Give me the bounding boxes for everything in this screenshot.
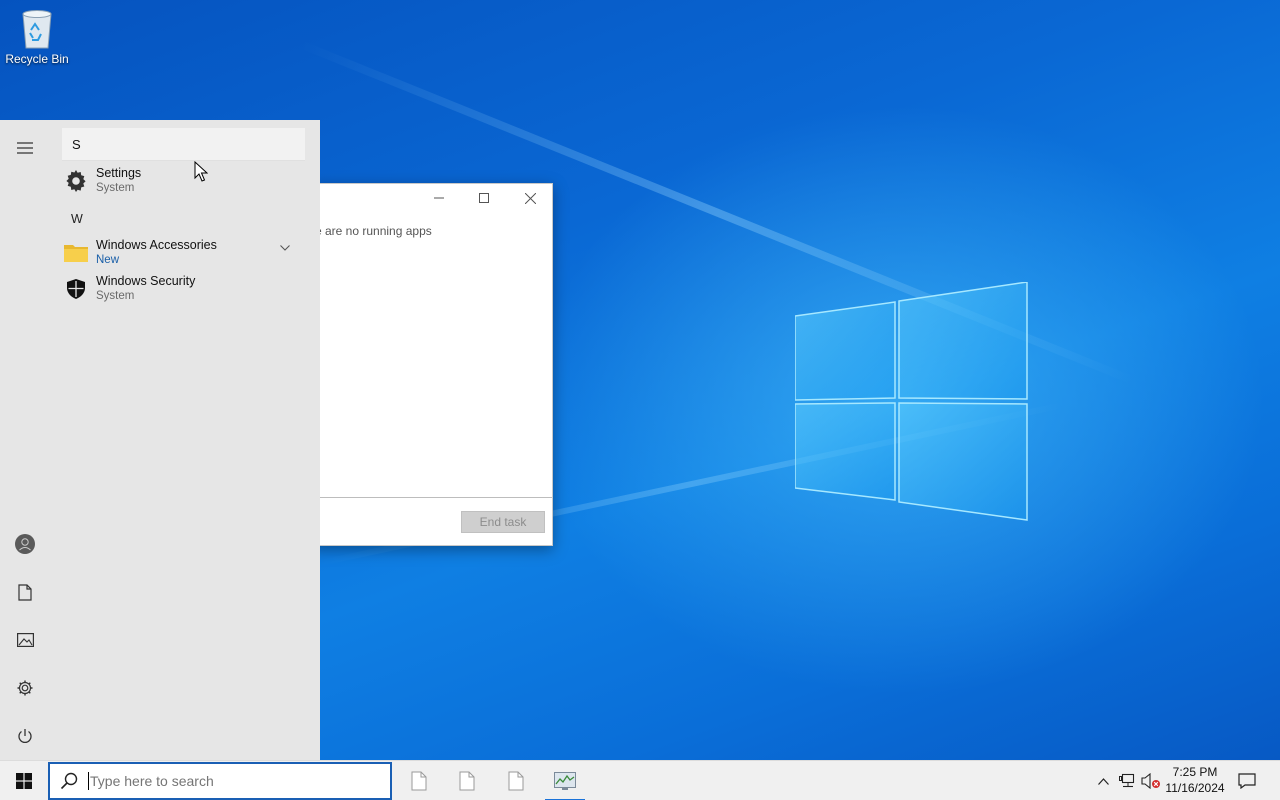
minimize-button[interactable]	[417, 184, 461, 212]
no-running-apps-text: re are no running apps	[311, 224, 432, 238]
taskbar-search-box[interactable]	[48, 762, 392, 800]
search-icon	[50, 772, 88, 790]
user-account-button[interactable]	[0, 522, 50, 566]
search-input[interactable]	[90, 773, 380, 789]
clock-time: 7:25 PM	[1172, 765, 1218, 779]
group-header-w[interactable]: W	[71, 212, 83, 226]
power-button[interactable]	[0, 714, 50, 758]
recycle-bin-icon	[22, 10, 52, 49]
chevron-down-icon[interactable]	[280, 245, 290, 251]
volume-muted-icon	[1141, 773, 1160, 789]
result-subtitle: System	[96, 290, 135, 302]
user-avatar	[15, 534, 35, 554]
show-hidden-icons-button[interactable]	[1094, 761, 1112, 800]
close-icon	[524, 192, 536, 204]
taskbar-app-document[interactable]	[445, 761, 489, 800]
volume-button[interactable]	[1140, 761, 1162, 800]
desktop-icon-label: Recycle Bin	[5, 52, 69, 66]
hamburger-menu-icon	[17, 142, 33, 154]
documents-icon	[18, 583, 32, 601]
windows-start-icon	[16, 773, 32, 789]
start-menu: S Settings System W Windows Accessories …	[0, 120, 320, 760]
task-manager-window[interactable]: re are no running apps End task	[310, 183, 553, 546]
divider	[311, 497, 552, 498]
search-query-text: S	[72, 136, 81, 152]
taskbar: 7:25 PM 11/16/2024	[0, 760, 1280, 800]
result-name: Settings	[96, 166, 142, 180]
new-badge: New	[96, 254, 120, 266]
start-search-query[interactable]: S	[62, 128, 305, 161]
maximize-icon	[479, 193, 489, 203]
text-caret	[88, 772, 89, 790]
title-bar[interactable]	[311, 184, 552, 212]
result-windows-accessories[interactable]: Windows Accessories New	[58, 235, 308, 271]
taskbar-clock[interactable]: 7:25 PM 11/16/2024	[1160, 764, 1230, 796]
settings-icon	[17, 680, 33, 696]
result-settings[interactable]: Settings System	[58, 163, 308, 199]
action-center-button[interactable]	[1232, 761, 1262, 800]
taskbar-app-document[interactable]	[397, 761, 441, 800]
shield-icon	[58, 271, 94, 307]
result-name: Windows Accessories	[96, 238, 217, 252]
network-status-button[interactable]	[1117, 761, 1139, 800]
document-icon	[459, 771, 475, 791]
start-button[interactable]	[0, 761, 48, 800]
pictures-button[interactable]	[0, 618, 50, 662]
result-subtitle: System	[96, 182, 135, 194]
pictures-icon	[16, 633, 34, 647]
settings-button[interactable]	[0, 666, 50, 710]
clock-date: 11/16/2024	[1165, 781, 1225, 795]
result-name: Windows Security	[96, 274, 196, 288]
notification-icon	[1238, 773, 1256, 789]
close-button[interactable]	[508, 184, 552, 212]
taskbar-app-task-manager[interactable]	[543, 761, 587, 800]
document-icon	[508, 771, 524, 791]
power-icon	[18, 729, 32, 743]
end-task-button[interactable]: End task	[461, 511, 545, 533]
expand-menu-button[interactable]	[0, 126, 50, 170]
folder-icon	[58, 235, 94, 271]
task-manager-icon	[554, 772, 576, 790]
mouse-cursor-icon	[194, 161, 208, 182]
result-windows-security[interactable]: Windows Security System	[58, 271, 308, 307]
chevron-up-icon	[1097, 777, 1109, 785]
network-icon	[1119, 773, 1135, 788]
gear-icon	[58, 163, 94, 199]
windows-logo-wallpaper	[795, 282, 1028, 521]
desktop-icon-recycle-bin[interactable]: Recycle Bin	[4, 6, 70, 74]
minimize-icon	[434, 197, 444, 199]
taskbar-app-document[interactable]	[494, 761, 538, 800]
documents-button[interactable]	[0, 570, 50, 614]
maximize-button[interactable]	[462, 184, 506, 212]
document-icon	[411, 771, 427, 791]
start-rail	[0, 120, 50, 760]
